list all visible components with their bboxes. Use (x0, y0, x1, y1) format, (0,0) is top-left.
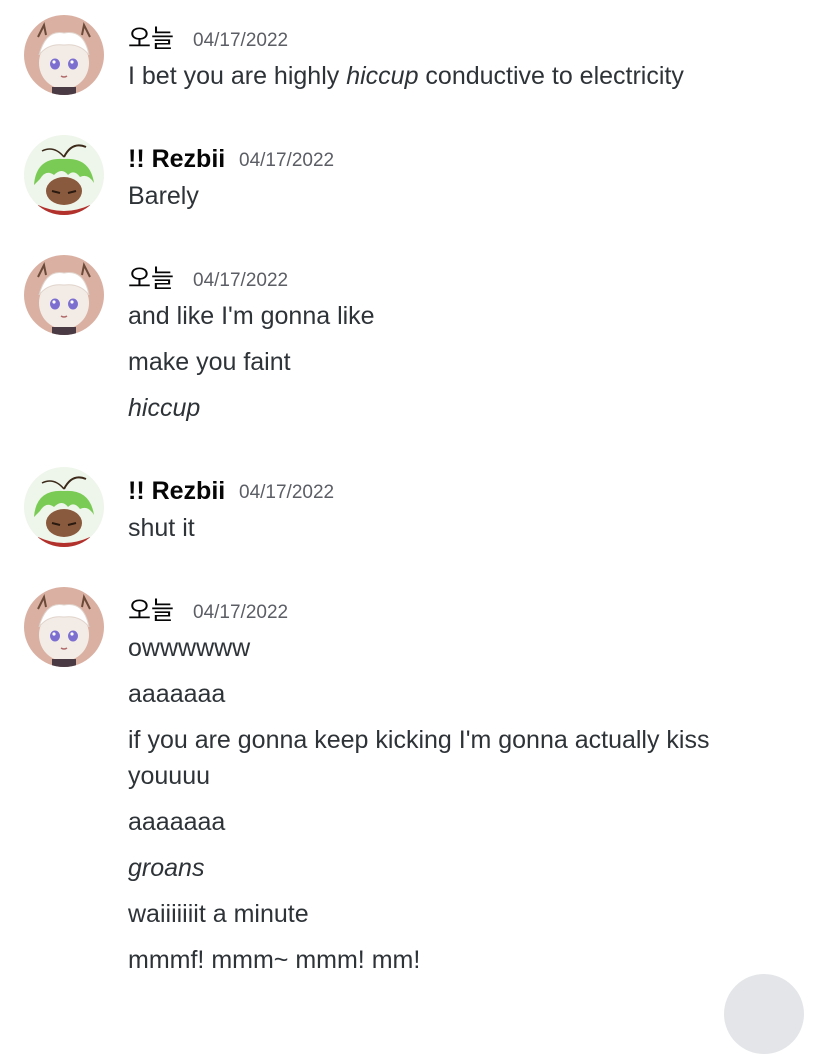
jump-to-present-button[interactable] (724, 974, 804, 1054)
message-text: and like I'm gonna like (128, 302, 375, 330)
message-text: I bet you are highly hiccup conductive t… (128, 58, 684, 94)
message-text: shut it (128, 514, 195, 542)
message-author[interactable]: !! Rezbii (128, 476, 225, 506)
white-haired-character-icon (24, 587, 104, 667)
white-haired-character-icon (24, 255, 104, 335)
avatar-rezbii[interactable] (24, 467, 104, 547)
message-author[interactable]: !! Rezbii (128, 144, 225, 174)
message-text: waiiiiiiit a minute (128, 900, 309, 928)
avatar-oneul[interactable] (24, 587, 104, 667)
message-timestamp: 04/17/2022 (239, 150, 335, 171)
message-author[interactable]: 오늘 (128, 24, 174, 54)
white-haired-character-icon (24, 15, 104, 95)
message-text: groans (128, 854, 205, 882)
message-text: youuuu (128, 762, 211, 790)
message-text: mmmf! mmm~ mmm! mm! (128, 946, 421, 974)
message-text: aaaaaaa (128, 808, 226, 836)
message-text: Barely (128, 182, 199, 210)
message-text: if you are gonna keep kicking I'm gonna … (128, 726, 710, 754)
message-timestamp: 04/17/2022 (193, 602, 289, 623)
green-haired-character-icon (24, 467, 104, 547)
message-author[interactable]: 오늘 (128, 596, 174, 626)
avatar-oneul[interactable] (24, 255, 104, 335)
message-text-italic: hiccup (346, 62, 419, 90)
message-text-part: I bet you are highly (128, 62, 347, 90)
message-text: hiccup (128, 394, 201, 422)
avatar-rezbii[interactable] (24, 135, 104, 215)
message-text-part: conductive to electricity (418, 62, 684, 90)
message-timestamp: 04/17/2022 (239, 482, 335, 503)
message-text: aaaaaaa (128, 680, 226, 708)
message-text: owwwwww (128, 634, 251, 662)
message-text: make you faint (128, 348, 291, 376)
message-author[interactable]: 오늘 (128, 264, 174, 294)
message-timestamp: 04/17/2022 (193, 30, 289, 51)
avatar-oneul[interactable] (24, 15, 104, 95)
message-timestamp: 04/17/2022 (193, 270, 289, 291)
green-haired-character-icon (24, 135, 104, 215)
